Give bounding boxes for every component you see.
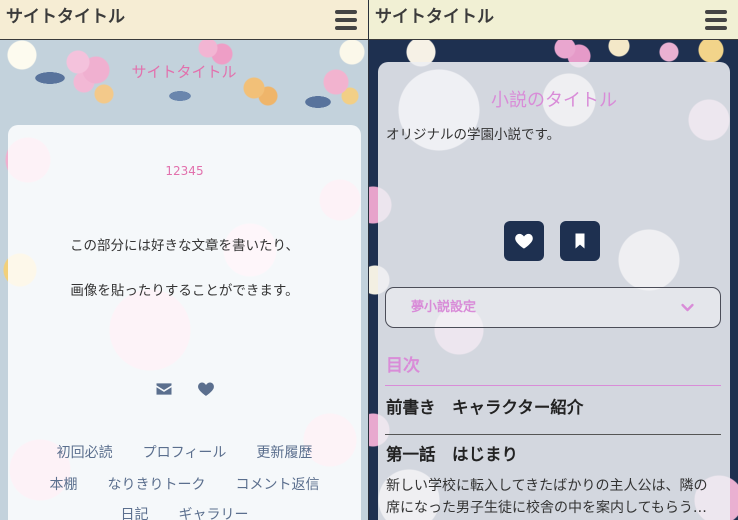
nav-link-diary[interactable]: 日記: [121, 505, 149, 520]
nav-row: 日記 ギャラリー: [8, 505, 361, 520]
mail-link[interactable]: [155, 380, 173, 398]
envelope-icon[interactable]: [155, 380, 173, 398]
nav-link-gallery[interactable]: ギャラリー: [179, 505, 249, 520]
novel-title: 小説のタイトル: [491, 90, 617, 111]
site-title: サイトタイトル: [131, 63, 237, 81]
chevron-down-icon[interactable]: [679, 299, 696, 316]
intro-text-line: この部分には好きな文章を書いたり、: [70, 238, 299, 254]
header-site-title[interactable]: サイトタイトル: [375, 6, 494, 28]
chapter-summary-line: 席になった男子生徒に校舎の中を案内してもらう…: [386, 500, 707, 516]
hamburger-bar: [335, 10, 357, 14]
novel-description: オリジナルの学園小説です。: [386, 127, 561, 143]
nav-row: 初回必読 プロフィール 更新履歴: [8, 443, 361, 463]
visitor-counter: 12345: [165, 164, 204, 178]
novel-actions: [504, 221, 600, 261]
chapter-summary-line: 新しい学校に転入してきたばかりの主人公は、隣の: [386, 478, 708, 494]
nav-link-first-read[interactable]: 初回必読: [57, 443, 113, 463]
hamburger-bar: [705, 10, 727, 14]
toc-heading: 目次: [385, 355, 721, 386]
hamburger-bar: [705, 26, 727, 30]
right-header: サイトタイトル: [369, 0, 738, 40]
novel-card: 小説のタイトル オリジナルの学園小説です。 夢小説設定 目次 前書き キャラクタ…: [378, 62, 730, 520]
hamburger-bar: [705, 18, 727, 22]
nav-link-comment-replies[interactable]: コメント返信: [236, 475, 320, 495]
menu-button[interactable]: [335, 10, 357, 30]
intro-text-line: 画像を貼ったりすることができます。: [70, 283, 299, 299]
left-panel: サイトタイトル サイトタイトル 12345 この部分には好きな文章を書いたり、 …: [0, 0, 369, 520]
header-site-title[interactable]: サイトタイトル: [6, 6, 125, 28]
chapter-link[interactable]: 前書き キャラクター紹介: [385, 397, 721, 435]
contact-icons: [8, 380, 361, 398]
top-card: 12345 この部分には好きな文章を書いたり、 画像を貼ったりすることができます…: [8, 125, 361, 520]
like-button[interactable]: [504, 221, 544, 261]
hamburger-bar: [335, 26, 357, 30]
nav-link-roleplay-talk[interactable]: なりきりトーク: [108, 475, 206, 495]
chapter-link[interactable]: 第一話 はじまり: [385, 444, 721, 466]
settings-label: 夢小説設定: [411, 300, 477, 315]
menu-button[interactable]: [705, 10, 727, 30]
chapter-summary: 新しい学校に転入してきたばかりの主人公は、隣の 席になった男子生徒に校舎の中を案…: [386, 475, 722, 519]
heart-icon[interactable]: [514, 231, 534, 251]
dream-novel-settings-dropdown[interactable]: 夢小説設定: [385, 287, 721, 328]
bookmark-button[interactable]: [560, 221, 600, 261]
heart-icon[interactable]: [197, 380, 215, 398]
left-header: サイトタイトル: [0, 0, 368, 40]
bookmark-icon[interactable]: [571, 232, 589, 250]
right-panel: サイトタイトル 小説のタイトル オリジナルの学園小説です。 夢小説設定 目次 前…: [369, 0, 738, 520]
nav-link-bookshelf[interactable]: 本棚: [50, 475, 78, 495]
nav-link-profile[interactable]: プロフィール: [143, 443, 227, 463]
nav-row: 本棚 なりきりトーク コメント返信: [8, 475, 361, 495]
nav-link-updates[interactable]: 更新履歴: [256, 443, 312, 463]
like-link[interactable]: [197, 380, 215, 398]
screen: サイトタイトル サイトタイトル 12345 この部分には好きな文章を書いたり、 …: [0, 0, 738, 520]
hamburger-bar: [335, 18, 357, 22]
